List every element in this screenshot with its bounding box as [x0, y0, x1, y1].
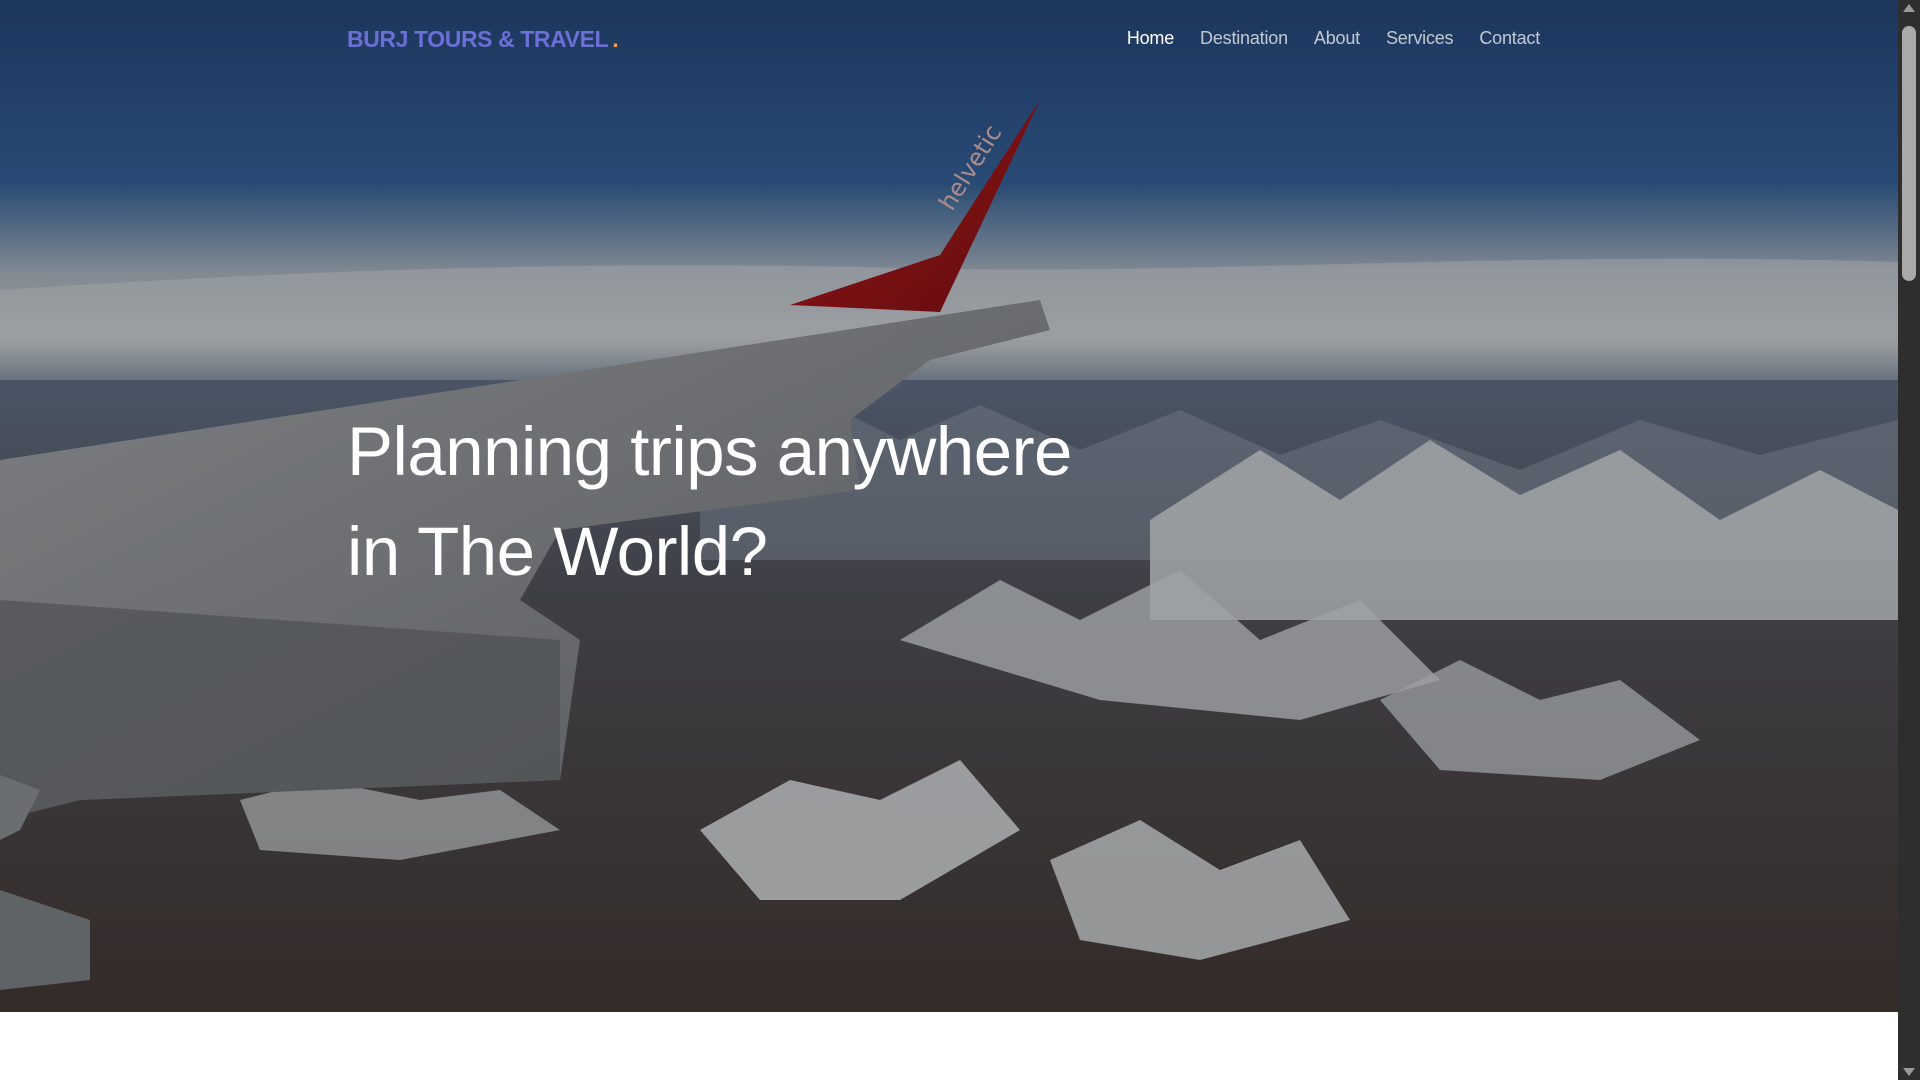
- page-viewport: helvetic BURJ TOURS & TRAVEL. Home Desti…: [0, 0, 1898, 1080]
- nav-link-destination[interactable]: Destination: [1200, 28, 1288, 48]
- brand-logo-link[interactable]: BURJ TOURS & TRAVEL.: [347, 26, 619, 53]
- scroll-up-arrow-icon[interactable]: [1903, 4, 1915, 12]
- brand-name: BURJ TOURS & TRAVEL: [347, 26, 609, 52]
- brand-dot: .: [612, 26, 619, 52]
- hero-heading-line-1: Planning trips anywhere: [347, 413, 1072, 490]
- nav-menu: Home Destination About Services Contact: [1101, 28, 1540, 49]
- hero-heading-line-2: in The World?: [347, 513, 768, 590]
- vertical-scrollbar[interactable]: [1898, 0, 1920, 1080]
- hero-heading: Planning trips anywhere in The World?: [347, 402, 1107, 602]
- nav-link-home[interactable]: Home: [1127, 28, 1174, 48]
- nav-item-destination: Destination: [1200, 28, 1288, 49]
- scrollbar-thumb[interactable]: [1902, 26, 1916, 281]
- nav-item-services: Services: [1386, 28, 1454, 49]
- nav-link-about[interactable]: About: [1314, 28, 1360, 48]
- hero-section: helvetic BURJ TOURS & TRAVEL. Home Desti…: [0, 0, 1898, 1012]
- nav-item-about: About: [1314, 28, 1360, 49]
- top-navbar: BURJ TOURS & TRAVEL. Home Destination Ab…: [0, 0, 1898, 84]
- nav-link-contact[interactable]: Contact: [1479, 28, 1540, 48]
- nav-link-services[interactable]: Services: [1386, 28, 1454, 48]
- nav-item-home: Home: [1127, 28, 1174, 49]
- nav-item-contact: Contact: [1479, 28, 1540, 49]
- scroll-down-arrow-icon[interactable]: [1903, 1068, 1915, 1076]
